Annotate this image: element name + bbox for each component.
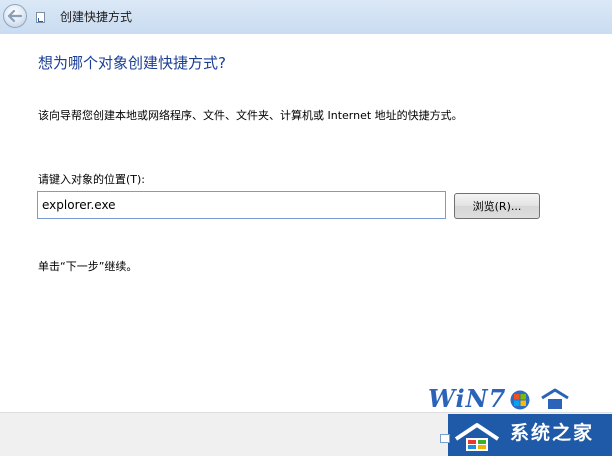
browse-button[interactable]: 浏览(R)...: [454, 193, 540, 219]
back-arrow-icon: [8, 10, 22, 22]
next-step-hint: 单击“下一步”继续。: [38, 260, 138, 273]
shortcut-icon: [36, 12, 45, 23]
location-input[interactable]: [37, 191, 446, 219]
page-heading: 想为哪个对象创建快捷方式?: [38, 54, 226, 72]
page-description: 该向导帮您创建本地或网络程序、文件、文件夹、计算机或 Internet 地址的快…: [38, 109, 463, 122]
location-label: 请键入对象的位置(T):: [38, 173, 146, 186]
watermark-house-icon: [541, 388, 569, 409]
back-button[interactable]: [3, 4, 27, 28]
watermark-brand: WiN7: [428, 384, 507, 413]
watermark-small-box: [440, 434, 450, 443]
watermark-windows-orb-icon: [510, 390, 530, 410]
watermark-logo-icon: [454, 423, 500, 451]
watermark-site-name: 系统之家: [510, 422, 595, 444]
title-bar: 创建快捷方式: [0, 0, 612, 34]
window-title: 创建快捷方式: [60, 10, 133, 24]
